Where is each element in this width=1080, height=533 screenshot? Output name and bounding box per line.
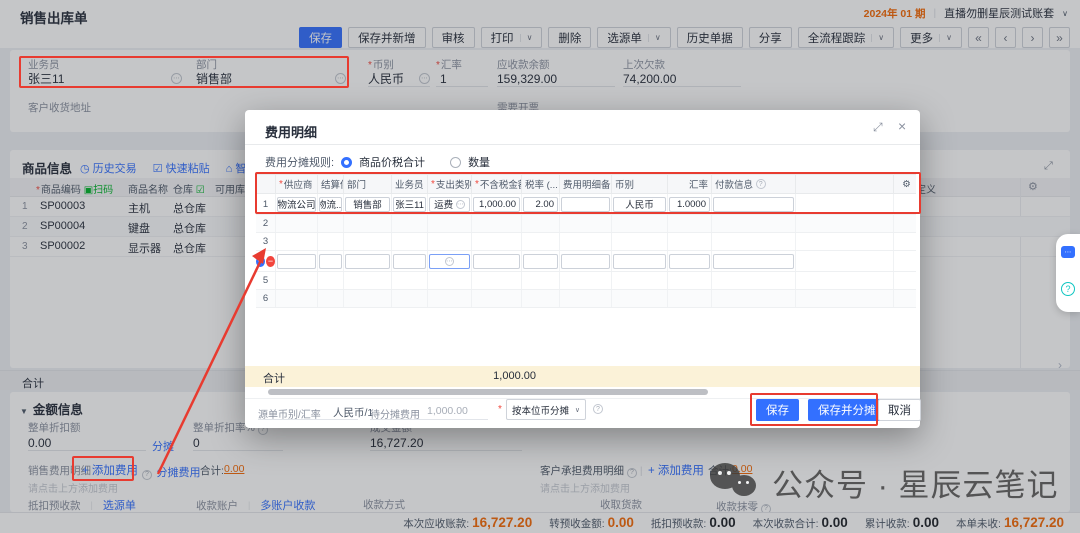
row-number: 5: [256, 272, 276, 289]
radio-price-tax-total-label[interactable]: 商品价税合计: [359, 154, 425, 170]
department-input[interactable]: [345, 254, 390, 269]
expense-row-4-active[interactable]: + − ⋯: [256, 251, 916, 272]
add-row-icon[interactable]: +: [256, 256, 265, 267]
col-settle-supplier: 结算供...: [318, 175, 344, 193]
info-icon[interactable]: ?: [593, 404, 603, 414]
payment-info-input[interactable]: [713, 254, 794, 269]
modal-total-label: 合计: [263, 370, 285, 386]
wechat-icon: [710, 461, 762, 505]
modal-save-button[interactable]: 保存: [756, 399, 799, 421]
supplier-input[interactable]: [277, 254, 316, 269]
row-number: 2: [256, 215, 276, 232]
payment-info-cell[interactable]: [713, 197, 794, 212]
expense-detail-modal: 费用明细 ⤢ × 费用分摊规则: 商品价税合计 数量 *供应商 结算供... 部…: [245, 110, 920, 428]
lookup-icon[interactable]: ⋯: [445, 257, 454, 266]
lookup-icon[interactable]: ⋯: [456, 200, 465, 209]
collapse-panel-arrow-icon[interactable]: ›: [1058, 358, 1062, 372]
col-row-number: [256, 175, 276, 193]
department-cell[interactable]: 销售部: [345, 197, 390, 212]
modal-title: 费用明细: [265, 122, 317, 141]
col-rate: 汇率: [668, 175, 712, 193]
modal-close-icon[interactable]: ×: [898, 118, 906, 134]
amount-cell[interactable]: 1,000.00: [473, 197, 520, 212]
col-currency: 币别: [612, 175, 668, 193]
chevron-down-icon: ∨: [575, 406, 580, 414]
remove-row-icon[interactable]: −: [266, 256, 275, 267]
pending-underline: [370, 419, 488, 420]
row-number: 6: [256, 290, 276, 307]
col-amount-excl-tax: *不含税金额: [472, 175, 522, 193]
expense-type-cell[interactable]: 运费 ⋯: [429, 197, 470, 212]
col-salesman: 业务员: [392, 175, 428, 193]
tax-rate-cell[interactable]: 2.00: [523, 197, 558, 212]
remark-cell[interactable]: [561, 197, 610, 212]
radio-quantity[interactable]: [450, 157, 461, 168]
app-window: 销售出库单 2024年 01 期 | 直播勿删星辰测试账套 ∨ 保存 保存并新增…: [0, 0, 1080, 533]
row-number: 1: [256, 194, 276, 214]
table-gear-icon[interactable]: ⚙: [894, 175, 916, 193]
allocation-rule-row: 费用分摊规则: 商品价税合计 数量: [265, 154, 490, 170]
settle-supplier-cell[interactable]: 物流...: [319, 197, 342, 212]
info-icon[interactable]: ?: [756, 179, 766, 189]
col-expense-type: *支出类别: [428, 175, 472, 193]
salesman-input[interactable]: [393, 254, 426, 269]
allocate-mode-select[interactable]: 按本位币分摊 ∨: [506, 399, 586, 420]
row-number: 3: [256, 233, 276, 250]
currency-cell[interactable]: 人民币: [613, 197, 666, 212]
radio-price-tax-total[interactable]: [341, 157, 352, 168]
col-filler: [796, 175, 894, 193]
modal-header-divider: [245, 144, 920, 145]
required-star: *: [498, 404, 502, 415]
source-currency-underline: [258, 419, 358, 420]
expense-table-header: *供应商 结算供... 部门 业务员 *支出类别 *不含税金额 税率 (... …: [256, 174, 916, 194]
modal-total-row: 合计 1,000.00: [245, 366, 920, 387]
source-currency-value: 人民币/1: [333, 405, 373, 420]
col-supplier: *供应商: [276, 175, 318, 193]
amount-input[interactable]: [473, 254, 520, 269]
rate-input[interactable]: [669, 254, 710, 269]
modal-cancel-button[interactable]: 取消: [878, 399, 921, 421]
settle-supplier-input[interactable]: [319, 254, 342, 269]
expense-type-input-focused[interactable]: ⋯: [429, 254, 470, 269]
modal-expand-icon[interactable]: ⤢: [873, 120, 883, 135]
modal-save-allocate-button[interactable]: 保存并分摊: [808, 399, 886, 421]
col-payment-info: 付款信息 ?: [712, 175, 796, 193]
chat-icon[interactable]: ⋯: [1061, 246, 1075, 258]
supplier-cell[interactable]: 物流公司: [277, 197, 316, 212]
expense-row-1[interactable]: 1 物流公司 物流... 销售部 张三11 运费 ⋯ 1,000.00 2.00…: [256, 194, 916, 215]
watermark: 公众号 · 星辰云笔记: [710, 460, 1059, 505]
expense-row-3[interactable]: 3: [256, 233, 916, 251]
pending-allocate-value: 1,000.00: [427, 405, 468, 417]
expense-row-5[interactable]: 5: [256, 272, 916, 290]
expense-row-2[interactable]: 2: [256, 215, 916, 233]
expense-row-6[interactable]: 6: [256, 290, 916, 308]
radio-quantity-label[interactable]: 数量: [468, 154, 490, 170]
watermark-text: 公众号 · 星辰云笔记: [772, 460, 1059, 505]
rate-cell[interactable]: 1.0000: [669, 197, 710, 212]
horizontal-scrollbar[interactable]: [268, 389, 708, 395]
col-tax-rate: 税率 (...: [522, 175, 560, 193]
col-department: 部门: [344, 175, 392, 193]
currency-input[interactable]: [613, 254, 666, 269]
salesman-cell[interactable]: 张三11: [393, 197, 426, 212]
col-remark: 费用明细备注: [560, 175, 612, 193]
help-float-icon[interactable]: ?: [1061, 282, 1075, 296]
allocation-rule-label: 费用分摊规则:: [265, 154, 334, 170]
remark-input[interactable]: [561, 254, 610, 269]
floating-helper-panel: ⋯ ?: [1056, 234, 1080, 312]
tax-rate-input[interactable]: [523, 254, 558, 269]
modal-total-value: 1,000.00: [441, 370, 536, 382]
